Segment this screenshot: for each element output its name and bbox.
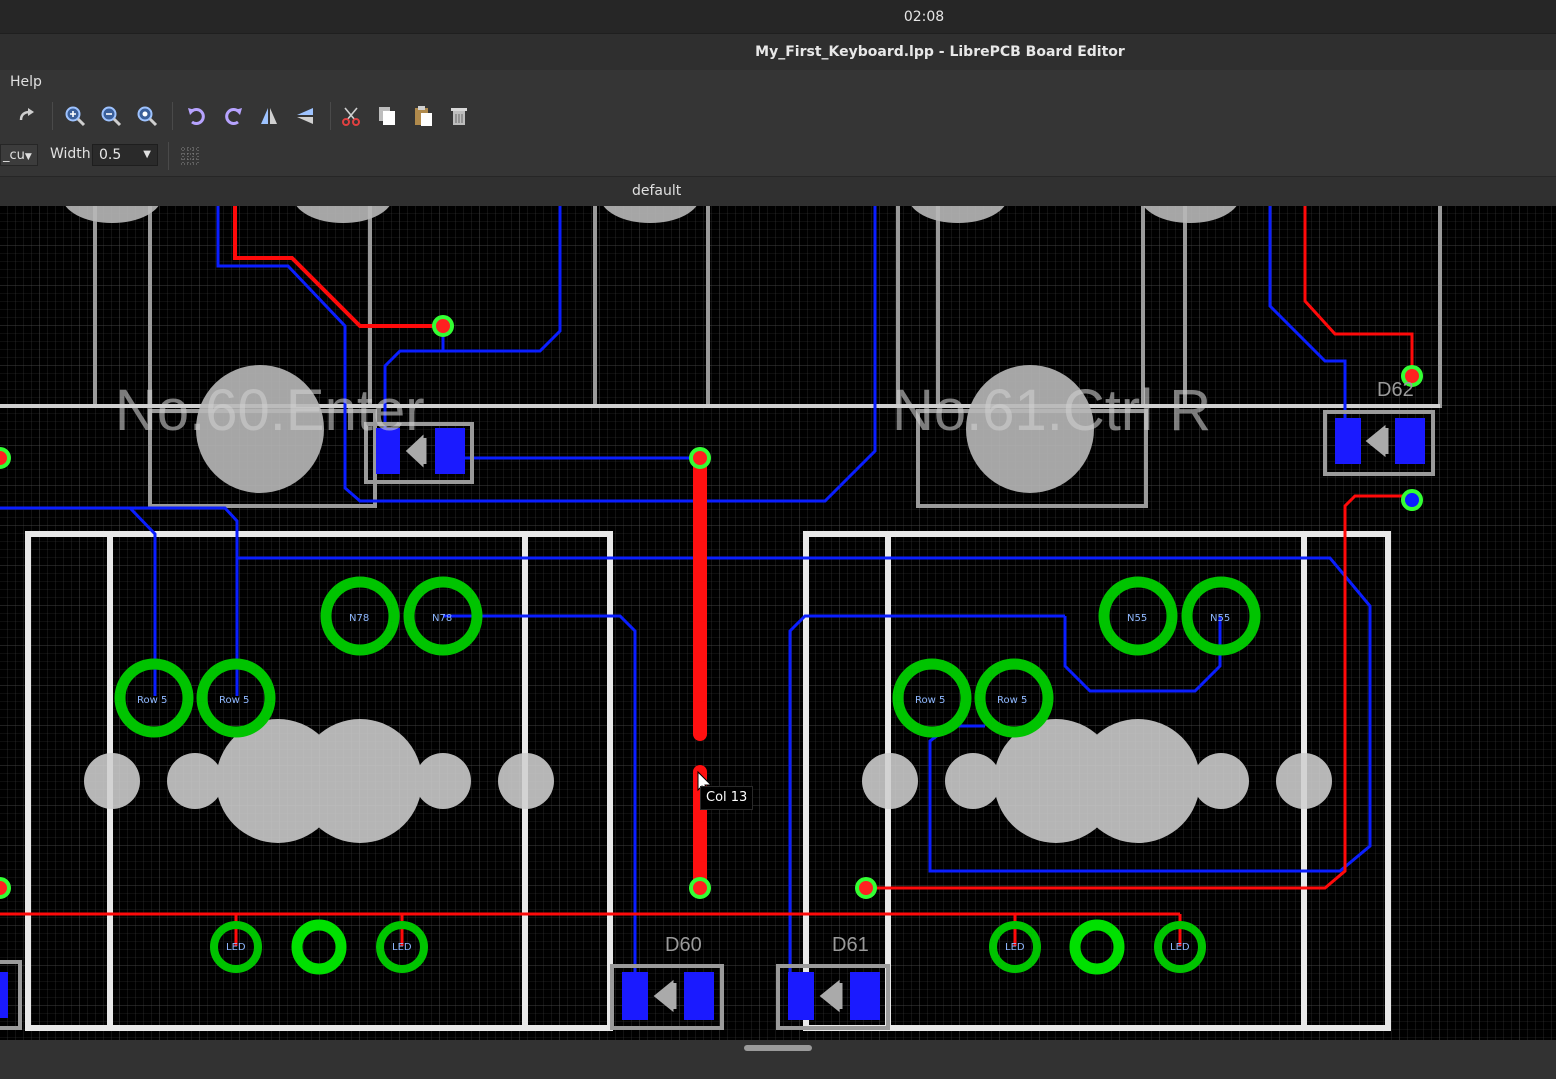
toolbar: [0, 96, 1556, 136]
menu-help[interactable]: Help: [10, 74, 42, 90]
device-label-d62: D62: [1377, 379, 1414, 401]
mirror-icon[interactable]: [254, 102, 284, 130]
width-value: 0.5: [99, 147, 122, 163]
pad-label: LED: [1005, 942, 1025, 953]
zoom-in-icon[interactable]: [60, 102, 90, 130]
pad-label: LED: [1170, 942, 1190, 953]
grid-icon[interactable]: [178, 144, 202, 168]
cut-icon[interactable]: [336, 102, 366, 130]
layer-value: _cu: [3, 148, 25, 163]
toolbar-separator: [168, 142, 169, 170]
menubar: Help: [0, 70, 1556, 96]
device-label-d61: D61: [832, 934, 869, 956]
window-titlebar: My_First_Keyboard.lpp - LibrePCB Board E…: [0, 33, 1556, 71]
layer-dropdown[interactable]: _cu▼: [0, 144, 38, 166]
rotate-ccw-icon[interactable]: [182, 102, 212, 130]
status-bar: [0, 1040, 1556, 1079]
pad-label: Row 5: [915, 695, 945, 706]
properties-bar: _cu▼ Width: 0.5 ▼: [0, 136, 1556, 176]
toolbar-separator: [52, 102, 53, 130]
footprint-label-enter: No.60.Enter: [115, 378, 425, 443]
toolbar-separator: [172, 102, 173, 130]
toolbar-separator: [330, 102, 331, 130]
board-canvas[interactable]: No.60.Enter No.61.Ctrl R D62 D60 D61 N78…: [0, 206, 1556, 1040]
width-label: Width:: [50, 146, 96, 162]
pad-label: N55: [1127, 613, 1147, 624]
top-panel: 02:08: [0, 0, 1556, 33]
chevron-down-icon[interactable]: ▼: [143, 145, 151, 165]
horizontal-scrollbar[interactable]: [744, 1045, 812, 1051]
zoom-fit-icon[interactable]: [132, 102, 162, 130]
chevron-down-icon: ▼: [24, 152, 32, 162]
copy-icon[interactable]: [372, 102, 402, 130]
pad-label: N78: [349, 613, 369, 624]
delete-icon[interactable]: [444, 102, 474, 130]
tab-default[interactable]: default: [632, 183, 681, 199]
zoom-out-icon[interactable]: [96, 102, 126, 130]
flip-icon[interactable]: [290, 102, 320, 130]
paste-icon[interactable]: [408, 102, 438, 130]
pad-label: Row 5: [219, 695, 249, 706]
pad-label: N55: [1210, 613, 1230, 624]
tab-bar: default: [0, 176, 1556, 207]
device-label-d60: D60: [665, 934, 702, 956]
rotate-cw-icon[interactable]: [218, 102, 248, 130]
width-combobox[interactable]: 0.5 ▼: [92, 144, 158, 166]
footprint-label-ctrl: No.61.Ctrl R: [892, 378, 1211, 443]
window-title: My_First_Keyboard.lpp - LibrePCB Board E…: [755, 44, 1125, 60]
pad-label: LED: [392, 942, 412, 953]
pad-label: Row 5: [997, 695, 1027, 706]
clock: 02:08: [903, 8, 945, 25]
pad-label: Row 5: [137, 695, 167, 706]
pad-label: LED: [226, 942, 246, 953]
redo-icon[interactable]: [12, 102, 42, 130]
pad-label: N78: [432, 613, 452, 624]
net-tooltip: Col 13: [700, 786, 754, 810]
